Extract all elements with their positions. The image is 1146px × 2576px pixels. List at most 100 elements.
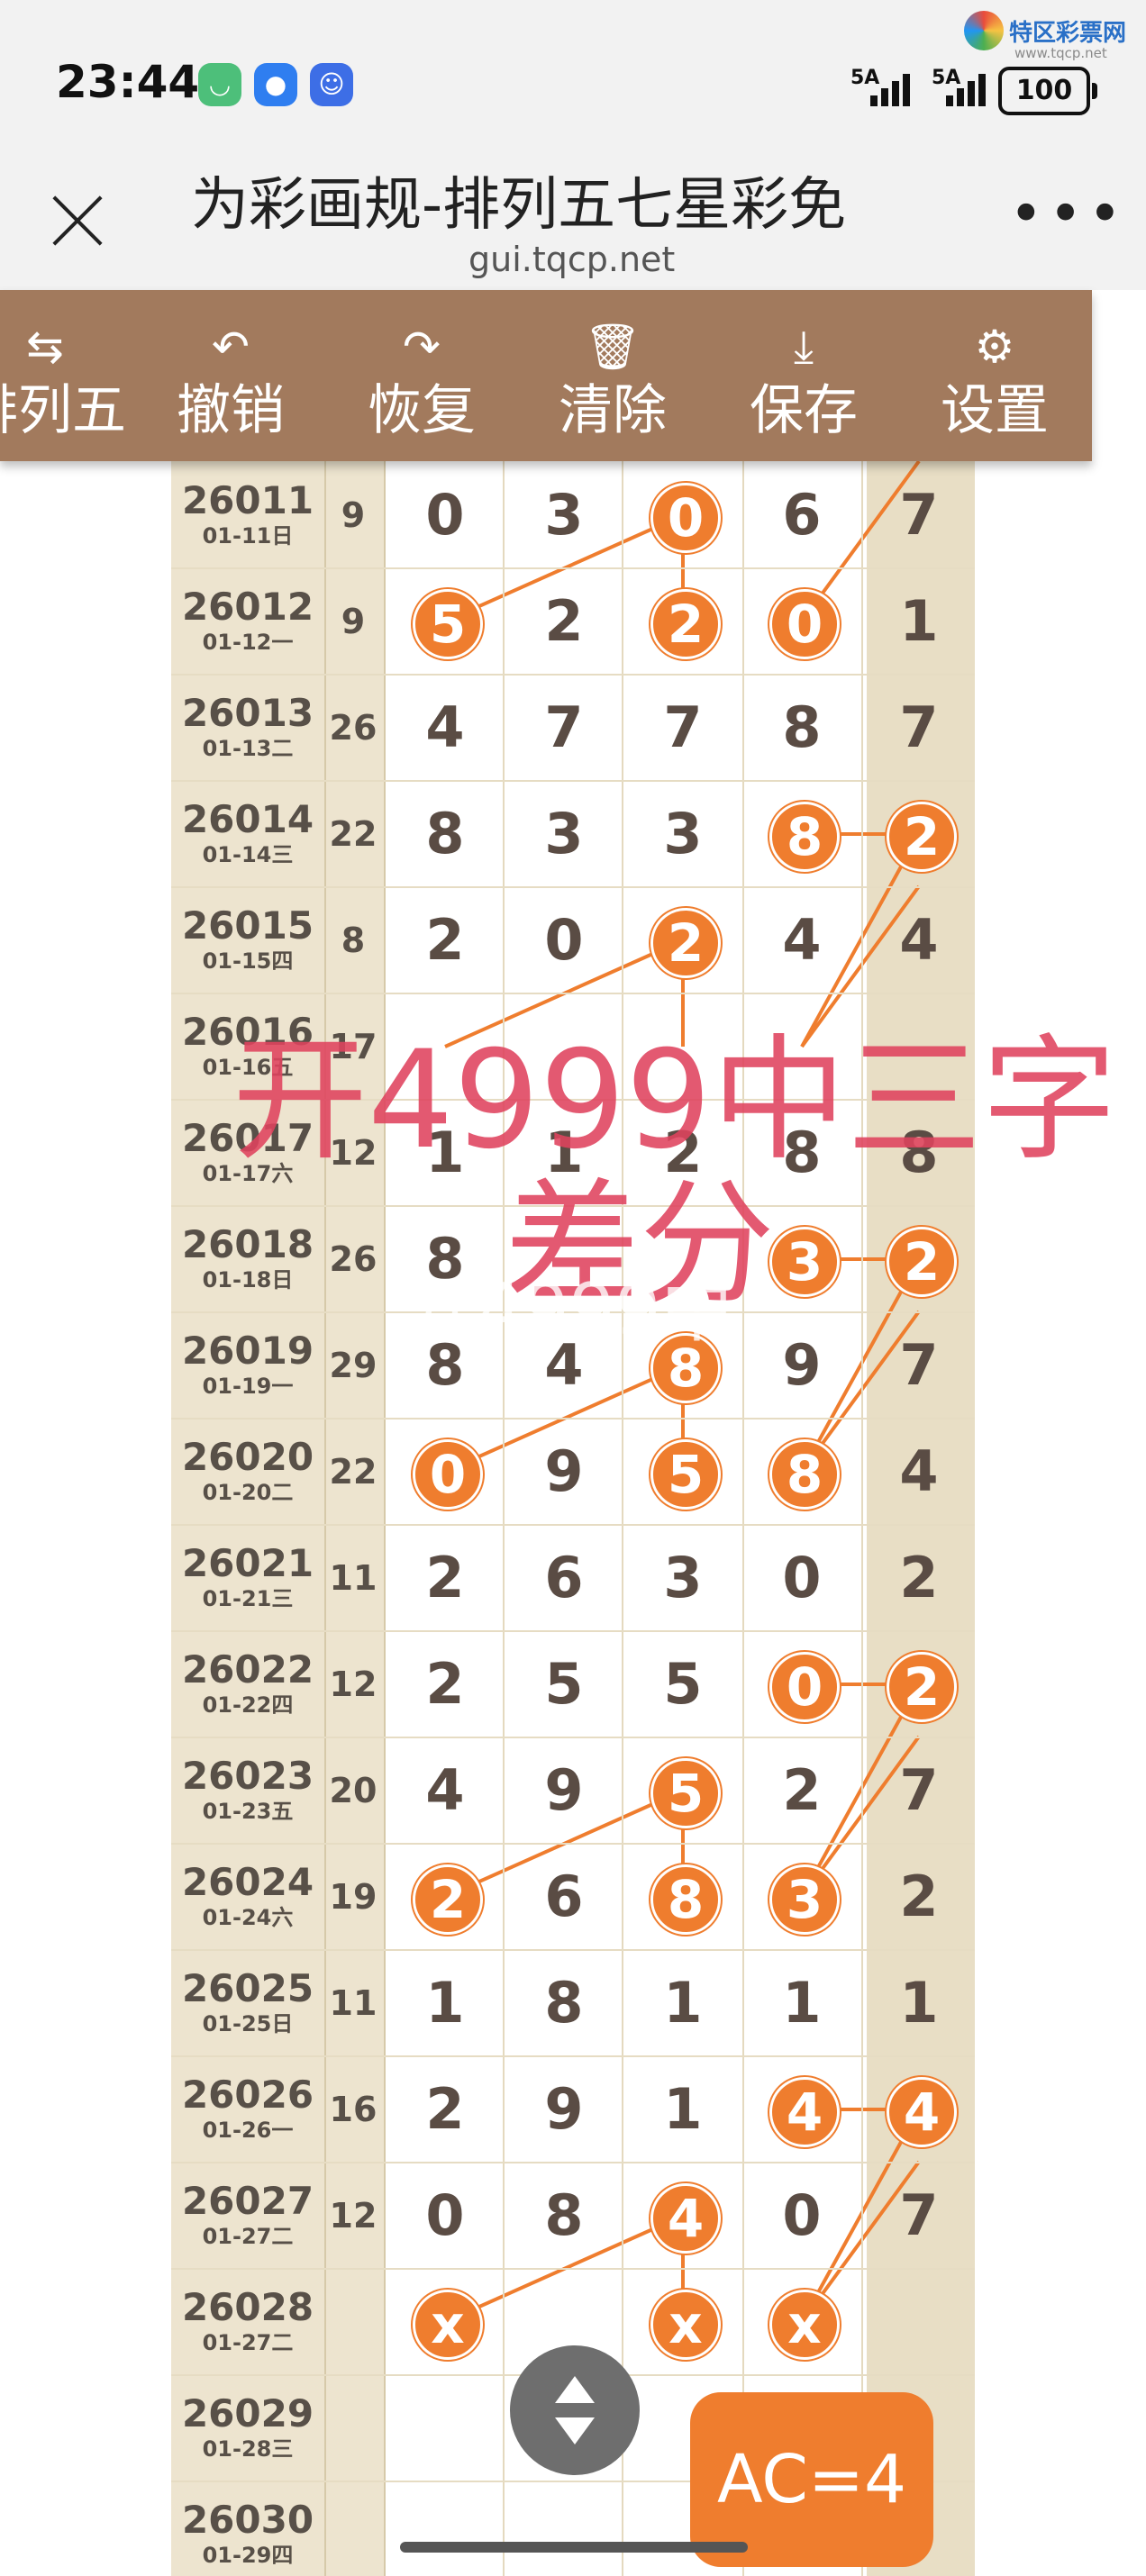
digit-cell[interactable]: 9 <box>532 1439 596 1504</box>
digit-cell[interactable]: 3 <box>650 1546 715 1610</box>
digit-cell[interactable]: 8 <box>769 695 834 760</box>
digit-cell[interactable]: 2 <box>413 2077 478 2142</box>
digit-cell[interactable]: 1 <box>769 1971 834 2036</box>
highlighted-digit[interactable]: 5 <box>413 589 483 659</box>
issue-date: 01-11日 <box>202 523 294 549</box>
highlighted-digit[interactable]: 2 <box>650 908 721 978</box>
digit-cell[interactable]: 1 <box>413 1971 478 2036</box>
digit-cell[interactable]: 7 <box>887 695 951 760</box>
issue-date: 01-25日 <box>202 2011 294 2036</box>
digit-cell[interactable]: 2 <box>413 1546 478 1610</box>
highlighted-digit[interactable]: 8 <box>769 802 840 872</box>
digit-cell[interactable]: 4 <box>887 1439 951 1504</box>
digit-cell[interactable]: 7 <box>887 2183 951 2248</box>
digit-cell[interactable]: 9 <box>532 2077 596 2142</box>
digit-cell[interactable]: 6 <box>769 483 834 548</box>
digit-cell[interactable]: 6 <box>532 1546 596 1610</box>
digit-cell[interactable]: 7 <box>887 1333 951 1398</box>
digit-cell[interactable]: 0 <box>769 1546 834 1610</box>
toolbar-button-5[interactable]: ⚙ 设置 <box>905 290 1085 461</box>
digit-cell[interactable]: 2 <box>887 1546 951 1610</box>
digit-cell[interactable]: 0 <box>532 908 596 973</box>
digit-cell[interactable]: 1 <box>887 1971 951 2036</box>
highlighted-digit[interactable]: x <box>413 2290 483 2360</box>
battery-icon: 100 <box>998 67 1097 115</box>
digit-cell[interactable]: 2 <box>532 589 596 654</box>
highlighted-digit[interactable]: x <box>769 2290 840 2360</box>
digit-cell[interactable]: 2 <box>887 1864 951 1929</box>
lottery-grid[interactable]: 26011 01-11日 9 0 3 0 6 7 26012 01-12一 9 5 2 2 0 1 26013 0… <box>171 461 975 2576</box>
digit-cell[interactable]: 4 <box>413 695 478 760</box>
toolbar-button-4[interactable]: ⤓ 保存 <box>714 290 894 461</box>
digit-cell[interactable]: 3 <box>650 802 715 866</box>
highlighted-digit[interactable]: 4 <box>769 2077 840 2147</box>
highlighted-digit[interactable]: 0 <box>769 1652 840 1722</box>
highlighted-digit[interactable]: 0 <box>413 1439 483 1510</box>
digit-cell[interactable]: 0 <box>413 2183 478 2248</box>
issue-number: 26023 <box>181 1754 314 1798</box>
digit-cell[interactable]: 1 <box>650 2077 715 2142</box>
highlighted-digit[interactable]: 4 <box>650 2183 721 2254</box>
highlighted-digit[interactable]: 4 <box>887 2077 957 2147</box>
digit-cell[interactable]: 0 <box>413 483 478 548</box>
digit-cell[interactable]: 4 <box>413 1758 478 1823</box>
home-indicator[interactable] <box>400 2542 748 2553</box>
digit-cell[interactable]: 3 <box>532 483 596 548</box>
digit-cell[interactable]: 1 <box>650 1971 715 2036</box>
issue-number: 26013 <box>181 691 314 735</box>
digit-cell[interactable]: 0 <box>769 2183 834 2248</box>
digit-cell[interactable]: 9 <box>769 1333 834 1398</box>
issue-date: 01-26一 <box>202 2118 294 2143</box>
digit-cell[interactable]: 8 <box>532 2183 596 2248</box>
digit-cell[interactable]: 9 <box>532 1758 596 1823</box>
digit-cell[interactable]: 5 <box>650 1652 715 1717</box>
highlighted-digit[interactable]: 8 <box>650 1864 721 1935</box>
scroll-toggle-button[interactable] <box>510 2345 640 2475</box>
sum-cell: 11 <box>329 1558 377 1598</box>
issue-date: 01-14三 <box>202 842 294 867</box>
highlighted-digit[interactable]: 3 <box>769 1227 840 1297</box>
highlighted-digit[interactable]: 2 <box>650 589 721 659</box>
issue-cell: 26020 01-20二 <box>171 1434 324 1504</box>
digit-cell[interactable]: 2 <box>769 1758 834 1823</box>
toolbar-button-1[interactable]: ↶ 撤销 <box>141 290 321 461</box>
more-options-icon[interactable]: ••• <box>1009 186 1122 243</box>
digit-cell[interactable]: 7 <box>887 483 951 548</box>
toolbar-button-2[interactable]: ↷ 恢复 <box>332 290 512 461</box>
highlighted-digit[interactable]: x <box>650 2290 721 2360</box>
digit-cell[interactable]: 8 <box>413 802 478 866</box>
highlighted-digit[interactable]: 8 <box>769 1439 840 1510</box>
sum-cell: 16 <box>329 2090 377 2129</box>
highlighted-digit[interactable]: 2 <box>413 1864 483 1935</box>
message-icon: ● <box>254 63 297 106</box>
digit-cell[interactable]: 4 <box>769 908 834 973</box>
highlighted-digit[interactable]: 2 <box>887 1227 957 1297</box>
digit-cell[interactable]: 2 <box>413 1652 478 1717</box>
digit-cell[interactable]: 7 <box>650 695 715 760</box>
digit-cell[interactable]: 2 <box>413 908 478 973</box>
highlighted-digit[interactable]: 0 <box>650 483 721 553</box>
digit-cell[interactable]: 5 <box>532 1652 596 1717</box>
digit-cell[interactable]: 7 <box>532 695 596 760</box>
issue-cell: 26015 01-15四 <box>171 903 324 973</box>
digit-cell[interactable]: 8 <box>532 1971 596 2036</box>
digit-cell[interactable]: 6 <box>532 1864 596 1929</box>
sum-cell: 26 <box>329 708 377 748</box>
digit-cell[interactable]: 1 <box>887 589 951 654</box>
close-icon[interactable] <box>36 180 117 261</box>
toolbar-button-3[interactable]: 🗑 清除 <box>523 290 703 461</box>
ac-value-badge[interactable]: AC=4 <box>690 2392 933 2567</box>
toolbar-button-0[interactable]: ⇆ 排列五 <box>0 290 135 461</box>
issue-number: 26012 <box>181 585 314 629</box>
arrow-down-icon <box>555 2417 595 2444</box>
digit-cell[interactable]: 4 <box>887 908 951 973</box>
digit-cell[interactable]: 3 <box>532 802 596 866</box>
highlighted-digit[interactable]: 2 <box>887 802 957 872</box>
digit-cell[interactable]: 7 <box>887 1758 951 1823</box>
highlighted-digit[interactable]: 0 <box>769 589 840 659</box>
highlighted-digit[interactable]: 3 <box>769 1864 840 1935</box>
highlighted-digit[interactable]: 5 <box>650 1758 721 1828</box>
highlighted-digit[interactable]: 2 <box>887 1652 957 1722</box>
gear-icon: ⚙ <box>974 321 1015 373</box>
highlighted-digit[interactable]: 5 <box>650 1439 721 1510</box>
